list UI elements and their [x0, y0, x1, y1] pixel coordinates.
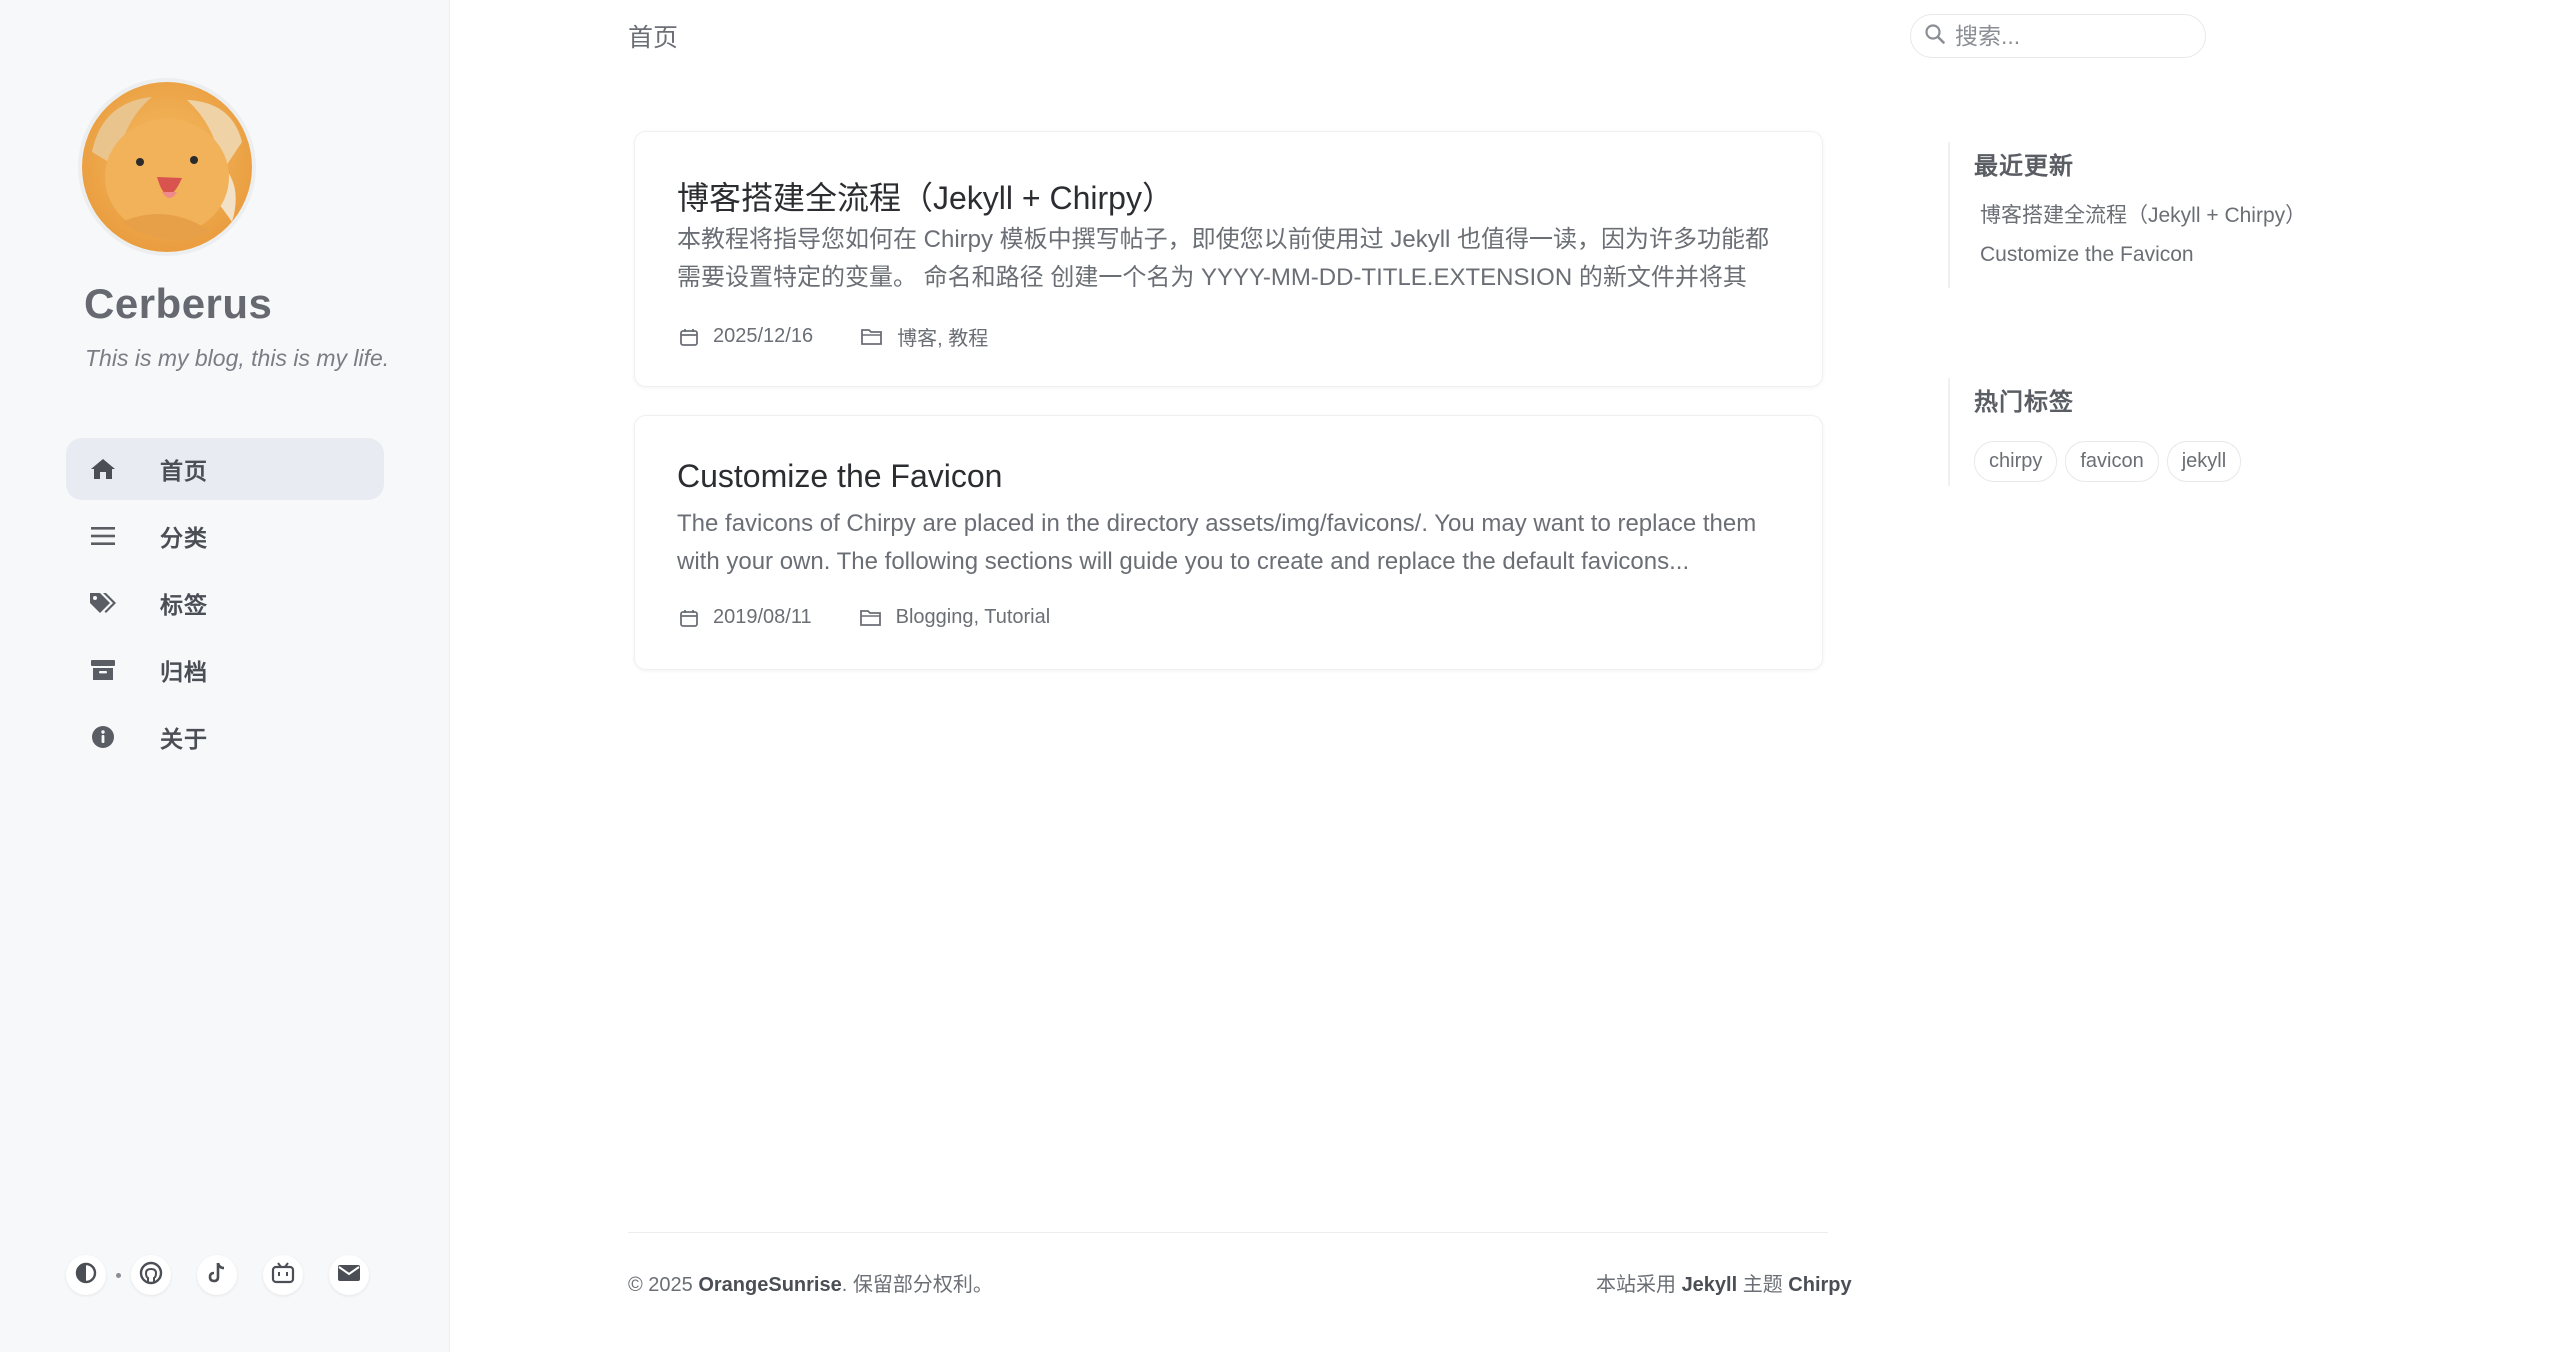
email-icon — [337, 1264, 361, 1287]
post-excerpt: 本教程将指导您如何在 Chirpy 模板中撰写帖子，即使您以前使用过 Jekyl… — [677, 226, 1770, 291]
nav-label: 归档 — [160, 659, 208, 685]
nav-item-archives[interactable]: 归档 — [66, 639, 384, 701]
footer-text: © 2025 — [628, 1274, 699, 1296]
trending-tags-panel: 热门标签 chirpy favicon jekyll — [1948, 378, 2249, 486]
search-icon — [1925, 23, 1945, 49]
nav-label: 关于 — [160, 726, 208, 752]
bilibili-icon — [271, 1261, 295, 1289]
sidebar: Cerberus This is my blog, this is my lif… — [0, 0, 450, 1352]
theme-toggle-icon — [75, 1262, 97, 1289]
search-box[interactable] — [1910, 14, 2206, 58]
github-button[interactable] — [131, 1255, 171, 1295]
nav-label: 分类 — [160, 525, 208, 551]
post-title[interactable]: Customize the Favicon — [677, 458, 1002, 495]
recent-updates-panel: 最近更新 博客搭建全流程（Jekyll + Chirpy） Customize … — [1948, 142, 2306, 288]
tiktok-button[interactable] — [197, 1255, 237, 1295]
home-icon — [88, 454, 118, 484]
footer-divider — [628, 1232, 1828, 1233]
footer-copyright: © 2025 OrangeSunrise. 保留部分权利。 — [628, 1268, 993, 1297]
list-icon — [88, 521, 118, 551]
post-date: 2019/08/11 — [713, 606, 812, 628]
tiktok-icon — [206, 1261, 228, 1290]
nav-item-about[interactable]: 关于 — [66, 706, 384, 768]
post-meta: 2025/12/16 博客, 教程 — [679, 322, 988, 351]
recent-update-link[interactable]: Customize the Favicon — [1980, 243, 2306, 267]
tags-icon — [88, 588, 118, 618]
post-categories[interactable]: Blogging, Tutorial — [896, 606, 1051, 629]
archive-icon — [88, 655, 118, 685]
post-categories[interactable]: 博客, 教程 — [897, 322, 988, 351]
post-title[interactable]: 博客搭建全流程（Jekyll + Chirpy） — [677, 173, 1174, 219]
post-card[interactable]: Customize the Favicon The favicons of Ch… — [634, 415, 1823, 670]
breadcrumb: 首页 — [628, 24, 679, 52]
nav-label: 首页 — [160, 458, 208, 484]
folder-icon — [859, 609, 882, 627]
nav-label: 标签 — [160, 592, 208, 618]
search-input[interactable] — [1953, 21, 2197, 51]
site-title[interactable]: Cerberus — [84, 280, 272, 328]
avatar-image — [82, 82, 252, 252]
post-card[interactable]: 博客搭建全流程（Jekyll + Chirpy） 本教程将指导您如何在 Chir… — [634, 131, 1823, 387]
site-subtitle: This is my blog, this is my life. — [85, 345, 390, 371]
nav-item-categories[interactable]: 分类 — [66, 505, 384, 567]
sidebar-nav: 首页 分类 标签 归档 关于 — [66, 438, 384, 773]
trending-tags-heading: 热门标签 — [1974, 389, 2074, 416]
tag-list: chirpy favicon jekyll — [1974, 441, 2249, 482]
chirpy-link[interactable]: Chirpy — [1788, 1274, 1851, 1296]
footer-text: 本站采用 — [1596, 1274, 1682, 1296]
footer-theme-credit: 本站采用 Jekyll 主题 Chirpy — [1596, 1268, 1852, 1297]
post-meta: 2019/08/11 Blogging, Tutorial — [679, 606, 1050, 629]
tag-chip[interactable]: chirpy — [1974, 441, 2058, 482]
sidebar-bottom-links — [66, 1255, 395, 1295]
footer-text: 主题 — [1737, 1274, 1789, 1296]
post-excerpt: The favicons of Chirpy are placed in the… — [677, 510, 1757, 575]
theme-toggle-button[interactable] — [66, 1255, 106, 1295]
post-date: 2025/12/16 — [713, 325, 814, 347]
bilibili-button[interactable] — [263, 1255, 303, 1295]
separator-dot — [116, 1272, 121, 1278]
email-button[interactable] — [329, 1255, 369, 1295]
recent-update-link[interactable]: 博客搭建全流程（Jekyll + Chirpy） — [1980, 199, 2306, 229]
tag-chip[interactable]: favicon — [2065, 441, 2159, 482]
calendar-icon — [679, 327, 699, 347]
calendar-icon — [679, 608, 699, 628]
tag-chip[interactable]: jekyll — [2166, 441, 2242, 482]
footer-owner-link[interactable]: OrangeSunrise — [698, 1274, 841, 1296]
info-icon — [88, 722, 118, 752]
jekyll-link[interactable]: Jekyll — [1682, 1274, 1738, 1296]
github-icon — [139, 1261, 163, 1290]
footer-text: . 保留部分权利。 — [841, 1274, 993, 1296]
nav-item-home[interactable]: 首页 — [66, 438, 384, 500]
nav-item-tags[interactable]: 标签 — [66, 572, 384, 634]
recent-updates-heading: 最近更新 — [1974, 153, 2074, 180]
avatar[interactable] — [82, 82, 252, 252]
folder-icon — [861, 328, 883, 346]
